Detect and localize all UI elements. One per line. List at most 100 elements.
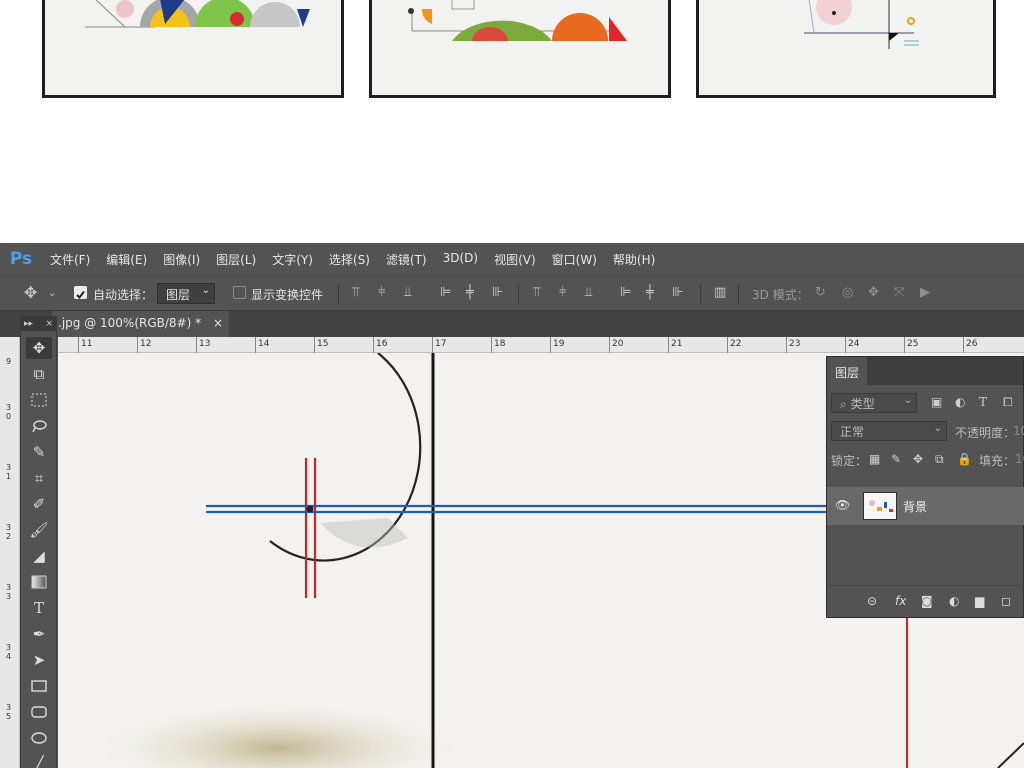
- align-hcenter-icon[interactable]: ╪: [466, 285, 474, 300]
- divider: [338, 284, 339, 304]
- auto-align-icon[interactable]: ▥: [714, 285, 726, 300]
- divider: [700, 284, 701, 304]
- brush-tool-icon[interactable]: 🖌: [26, 519, 52, 541]
- menu-type[interactable]: 文字(Y): [272, 251, 313, 268]
- crop-tool-icon[interactable]: ⌗: [26, 467, 52, 489]
- artboard-tool-icon[interactable]: ⧉: [26, 363, 52, 385]
- ruler-tick: [904, 337, 905, 353]
- ruler-tick: [609, 337, 610, 353]
- lock-label: 锁定：: [831, 454, 868, 468]
- menu-filter[interactable]: 滤镜(T): [386, 251, 427, 268]
- document-tab-title: .jpg @ 100%(RGB/8#) *: [58, 316, 202, 330]
- menu-select[interactable]: 选择(S): [329, 251, 370, 268]
- document-tab[interactable]: .jpg @ 100%(RGB/8#) * ×: [52, 311, 229, 337]
- path-select-tool-icon[interactable]: ➤: [26, 649, 52, 671]
- ruler-tick: [963, 337, 964, 353]
- auto-select-target-dropdown[interactable]: 图层 ⌄: [157, 283, 215, 304]
- 3d-camera-icon[interactable]: ▶: [920, 285, 930, 300]
- quick-select-tool-icon[interactable]: ✎: [26, 441, 52, 463]
- 3d-rotate-icon[interactable]: ↻: [815, 285, 826, 300]
- add-mask-icon[interactable]: ◙: [921, 594, 933, 608]
- type-tool-icon[interactable]: T: [26, 597, 52, 619]
- chevron-down-icon[interactable]: ⌄: [48, 288, 56, 299]
- lock-position-icon[interactable]: ✥: [913, 452, 923, 466]
- fill-value[interactable]: 10: [1015, 452, 1024, 466]
- 3d-slide-icon[interactable]: ⤧: [894, 285, 904, 300]
- lock-transparent-icon[interactable]: ▦: [869, 452, 880, 466]
- blend-mode-dropdown[interactable]: 正常 ⌄: [831, 421, 947, 441]
- align-left-icon[interactable]: ⊫: [440, 285, 451, 300]
- rectangle-tool-icon[interactable]: [26, 675, 52, 697]
- lasso-tool-icon[interactable]: [26, 415, 52, 437]
- fx-icon[interactable]: fx: [895, 594, 906, 608]
- menu-layer[interactable]: 图层(L): [216, 251, 256, 268]
- ruler-label: 23: [789, 339, 801, 349]
- ruler-label: 24: [848, 339, 860, 349]
- menu-window[interactable]: 窗口(W): [552, 251, 597, 268]
- tools-panel: ▸▸ × ✥ ⧉ ✎ ⌗ ✐ 🖌 ◢ T ✒ ➤ ╱: [20, 316, 57, 768]
- layer-filter-dropdown[interactable]: ⌕ 类型 ⌄: [831, 393, 917, 413]
- distribute-bottom-icon[interactable]: ⫫: [585, 285, 592, 300]
- move-tool-icon[interactable]: ✥: [26, 337, 52, 359]
- new-group-icon[interactable]: ▆: [975, 594, 984, 608]
- eraser-tool-icon[interactable]: ◢: [26, 545, 52, 567]
- distribute-right-icon[interactable]: ⊪: [672, 285, 683, 300]
- ruler-label: 3 1: [6, 463, 12, 481]
- menu-view[interactable]: 视图(V): [494, 251, 536, 268]
- ellipse-tool-icon[interactable]: [26, 727, 52, 749]
- rectangle-shape: [31, 680, 47, 692]
- close-icon[interactable]: ×: [45, 319, 53, 329]
- abstract-art-middle: [408, 0, 627, 41]
- rounded-rect-tool-icon[interactable]: [26, 701, 52, 723]
- ruler-label: 3 4: [6, 643, 12, 661]
- menu-edit[interactable]: 编辑(E): [106, 251, 147, 268]
- abstract-art-right: [804, 0, 919, 49]
- adjustment-layer-icon[interactable]: ◐: [949, 594, 959, 608]
- photoshop-window: Ps 文件(F) 编辑(E) 图像(I) 图层(L) 文字(Y) 选择(S) 滤…: [0, 243, 1024, 768]
- distribute-vcenter-icon[interactable]: ⫩: [559, 285, 566, 300]
- move-tool-preset-icon[interactable]: ✥: [24, 283, 37, 302]
- gradient-tool-icon[interactable]: [26, 571, 52, 593]
- pen-tool-icon[interactable]: ✒: [26, 623, 52, 645]
- eye-icon[interactable]: 👁: [835, 498, 850, 512]
- align-right-icon[interactable]: ⊪: [492, 285, 503, 300]
- abstract-art-left: [85, 0, 310, 28]
- link-layers-icon[interactable]: ⊝: [867, 594, 877, 608]
- filter-image-icon[interactable]: ▣: [931, 395, 942, 409]
- menu-3d[interactable]: 3D(D): [443, 251, 478, 268]
- menu-file[interactable]: 文件(F): [50, 251, 90, 268]
- 3d-drag-icon[interactable]: ✥: [868, 285, 879, 300]
- close-icon[interactable]: ×: [213, 316, 223, 330]
- filter-shape-icon[interactable]: ⧠: [1003, 395, 1013, 410]
- fill-label: 填充：: [979, 454, 1016, 468]
- menu-help[interactable]: 帮助(H): [613, 251, 655, 268]
- marquee-tool-icon[interactable]: [26, 389, 52, 411]
- vertical-ruler: 9 3 0 3 1 3 2 3 3 3 4 3 5: [0, 337, 20, 768]
- lock-artboard-icon[interactable]: ⧉: [935, 452, 944, 467]
- 3d-roll-icon[interactable]: ◎: [842, 285, 853, 300]
- tab-layers[interactable]: 图层: [827, 357, 868, 385]
- filter-adjustment-icon[interactable]: ◐: [955, 395, 965, 409]
- menu-image[interactable]: 图像(I): [163, 251, 200, 268]
- ruler-tick: [786, 337, 787, 353]
- distribute-hcenter-icon[interactable]: ╪: [646, 285, 654, 300]
- eyedropper-tool-icon[interactable]: ✐: [26, 493, 52, 515]
- options-bar: ✥ ⌄ 自动选择： 图层 ⌄ 显示变换控件 ⫪ ⫩ ⫫ ⊫ ╪ ⊪ ⫪ ⫩ ⫫ …: [0, 275, 1024, 311]
- align-vcenter-icon[interactable]: ⫩: [378, 285, 385, 300]
- ruler-label: 9: [6, 357, 12, 366]
- new-layer-icon[interactable]: ◻: [1001, 594, 1011, 608]
- line-tool-icon[interactable]: ╱: [26, 753, 52, 768]
- art-frame-right: [696, 0, 996, 98]
- align-top-icon[interactable]: ⫪: [352, 285, 359, 300]
- opacity-value[interactable]: 10: [1013, 424, 1024, 438]
- distribute-top-icon[interactable]: ⫪: [533, 285, 540, 300]
- lock-paint-icon[interactable]: ✎: [891, 452, 901, 466]
- collapse-icon[interactable]: ▸▸: [24, 319, 33, 329]
- lock-all-icon[interactable]: 🔒: [957, 452, 972, 466]
- align-bottom-icon[interactable]: ⫫: [404, 285, 411, 300]
- show-transform-checkbox[interactable]: [233, 286, 246, 299]
- auto-select-checkbox[interactable]: [74, 286, 87, 300]
- filter-type-icon[interactable]: T: [979, 395, 987, 409]
- distribute-left-icon[interactable]: ⊫: [620, 285, 631, 300]
- layer-row-background[interactable]: 👁 背景: [827, 487, 1024, 525]
